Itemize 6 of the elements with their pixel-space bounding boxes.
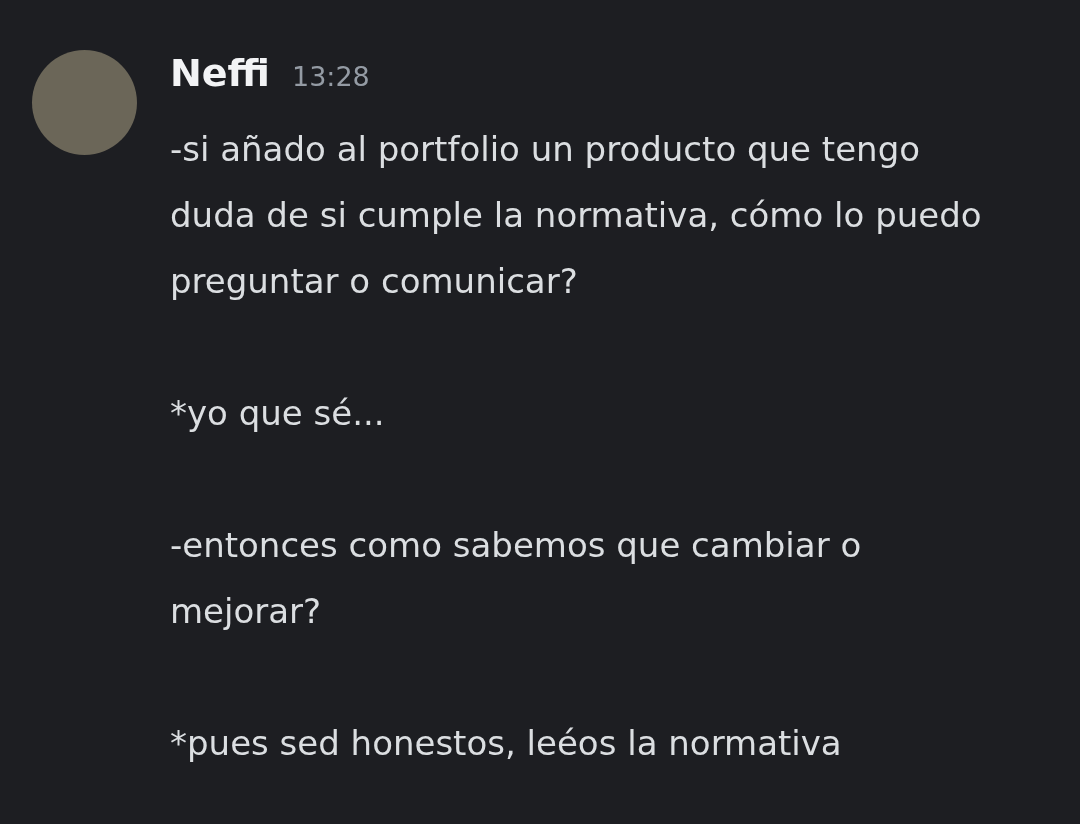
message-text: -si añado al portfolio un producto que tengo duda de si cumple la normativa, cómo lo puedo preguntar o comunicar? <box>170 128 983 303</box>
message-text: *yo que sé... <box>170 392 386 435</box>
timestamp: 13:28 <box>291 63 370 90</box>
author-name[interactable]: Neffi <box>170 54 270 92</box>
message-text: *pues sed honestos, leéos la normativa <box>170 722 843 765</box>
message-text: -entonces como sabemos que cambiar o mejorar? <box>170 524 863 633</box>
